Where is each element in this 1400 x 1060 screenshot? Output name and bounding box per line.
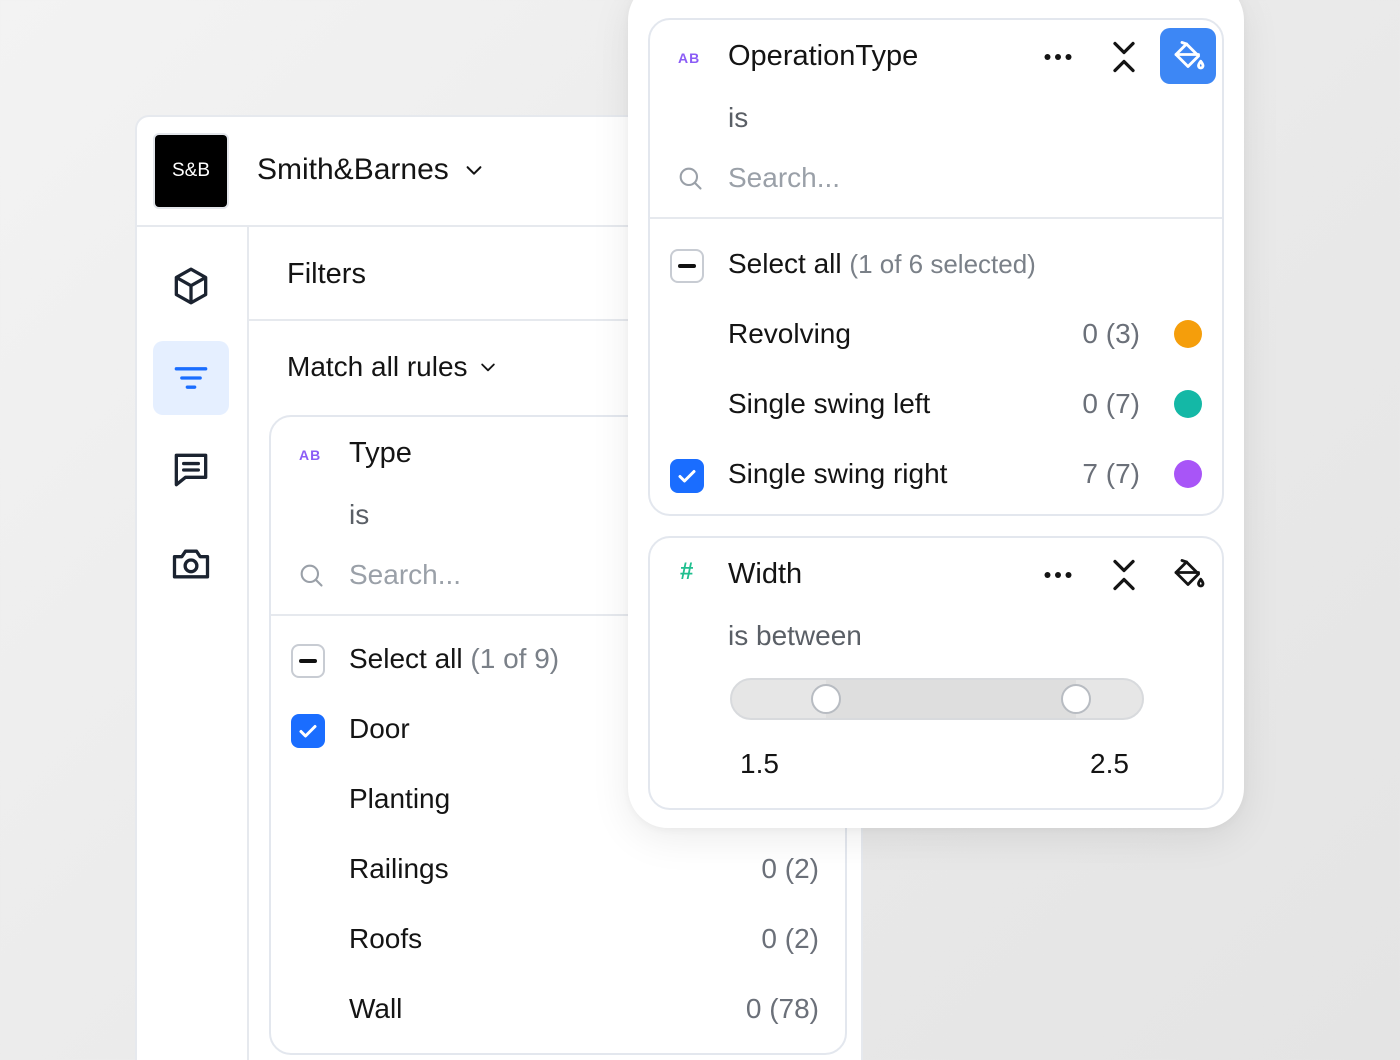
chevron-down-icon (480, 363, 495, 372)
slider-min-value: 1.5 (740, 748, 779, 779)
list-item[interactable]: Railings 0 (2) (271, 835, 845, 905)
color-swatch[interactable] (1174, 460, 1202, 488)
item-count: 7 (7) (1082, 458, 1140, 489)
chevron-down-icon (466, 166, 482, 175)
list-item[interactable]: Revolving 0 (3) (650, 300, 1222, 370)
slider-max-value: 2.5 (1090, 748, 1129, 779)
collapse-icon (1113, 41, 1135, 73)
search-input[interactable]: Search... (676, 162, 840, 194)
select-all-row[interactable]: Select all (1 of 6 selected) (650, 230, 1222, 300)
collapse-button[interactable] (1104, 38, 1144, 76)
item-count: 0 (78) (745, 993, 819, 1024)
check-icon (299, 725, 317, 738)
nav-model-button[interactable] (153, 249, 229, 323)
field-name: Width (728, 558, 803, 590)
select-all-checkbox[interactable] (670, 249, 704, 283)
nav-comments-button[interactable] (153, 433, 229, 507)
divider (650, 217, 1222, 219)
color-by-button[interactable] (1160, 28, 1216, 84)
select-all-label: Select all (349, 643, 463, 674)
paint-bucket-icon (1174, 41, 1205, 70)
slider-thumb-max[interactable] (1061, 684, 1092, 714)
filter-popover: AB OperationType is Search... Select all… (628, 0, 1244, 828)
text-type-icon: AB (678, 50, 701, 66)
search-placeholder: Search... (728, 162, 841, 193)
nav-camera-button[interactable] (153, 527, 229, 601)
select-all-label: Select all (728, 248, 842, 279)
item-label: Roofs (349, 923, 423, 954)
item-count: 0 (3) (1082, 318, 1140, 349)
item-label: Railings (349, 853, 449, 884)
operator-label[interactable]: is (349, 499, 369, 531)
item-count: 0 (2) (761, 853, 819, 884)
item-count: 0 (7) (1082, 388, 1140, 419)
width-filter-card: # Width is between 1.5 2.5 (648, 536, 1224, 810)
item-label: Door (349, 713, 410, 744)
select-all-text: Select all (1 of 9) (349, 643, 559, 675)
list-item[interactable]: Single swing right 7 (7) (650, 440, 1222, 510)
cube-icon (174, 267, 208, 305)
company-name: Smith&Barnes (257, 153, 449, 186)
search-icon (679, 167, 702, 190)
collapse-icon (1113, 559, 1135, 591)
field-name: Type (349, 437, 412, 469)
operator-label[interactable]: is (728, 102, 748, 134)
select-all-count: (1 of 6 selected) (849, 249, 1036, 279)
select-all-text: Select all (1 of 6 selected) (728, 248, 1036, 280)
camera-icon (172, 549, 210, 579)
comment-icon (174, 453, 208, 487)
item-label: Planting (349, 783, 451, 814)
item-label: Single swing left (728, 388, 931, 419)
list-item[interactable]: Single swing left 0 (7) (650, 370, 1222, 440)
select-all-checkbox[interactable] (291, 644, 325, 678)
more-options-button[interactable] (1034, 556, 1082, 594)
range-slider[interactable] (730, 678, 1144, 720)
check-icon (678, 470, 696, 483)
match-rules-label: Match all rules (287, 351, 468, 382)
item-label: Single swing right (728, 458, 948, 489)
number-type-icon: # (680, 558, 694, 585)
field-name: OperationType (728, 40, 919, 72)
list-item[interactable]: Roofs 0 (2) (271, 905, 845, 975)
color-swatch[interactable] (1174, 320, 1202, 348)
search-input[interactable]: Search... (297, 559, 461, 591)
slider-range (826, 680, 1077, 718)
collapse-button[interactable] (1104, 556, 1144, 594)
company-logo[interactable]: S&B (155, 135, 227, 207)
color-by-button[interactable] (1160, 546, 1216, 602)
operation-type-filter-card: AB OperationType is Search... Select all… (648, 18, 1224, 516)
text-type-icon: AB (299, 447, 322, 463)
search-placeholder: Search... (349, 559, 462, 590)
operator-label[interactable]: is between (728, 620, 862, 652)
filter-icon (174, 367, 208, 389)
company-switcher[interactable]: Smith&Barnes (257, 153, 485, 187)
nav-filters-button[interactable] (153, 341, 229, 415)
match-rules-dropdown[interactable]: Match all rules (287, 351, 498, 383)
more-horizontal-icon (1044, 54, 1072, 60)
search-icon (300, 564, 323, 587)
item-label: Wall (349, 993, 403, 1024)
more-options-button[interactable] (1034, 38, 1082, 76)
list-item[interactable]: Wall 0 (78) (271, 975, 845, 1045)
nav-rail (137, 227, 249, 1060)
select-all-count: (1 of 9) (470, 643, 560, 674)
filters-title: Filters (287, 258, 366, 290)
item-checkbox[interactable] (291, 714, 325, 748)
color-swatch[interactable] (1174, 390, 1202, 418)
more-horizontal-icon (1044, 572, 1072, 578)
paint-bucket-icon (1174, 559, 1205, 588)
item-label: Revolving (728, 318, 851, 349)
item-count: 0 (2) (761, 923, 819, 954)
item-checkbox[interactable] (670, 459, 704, 493)
